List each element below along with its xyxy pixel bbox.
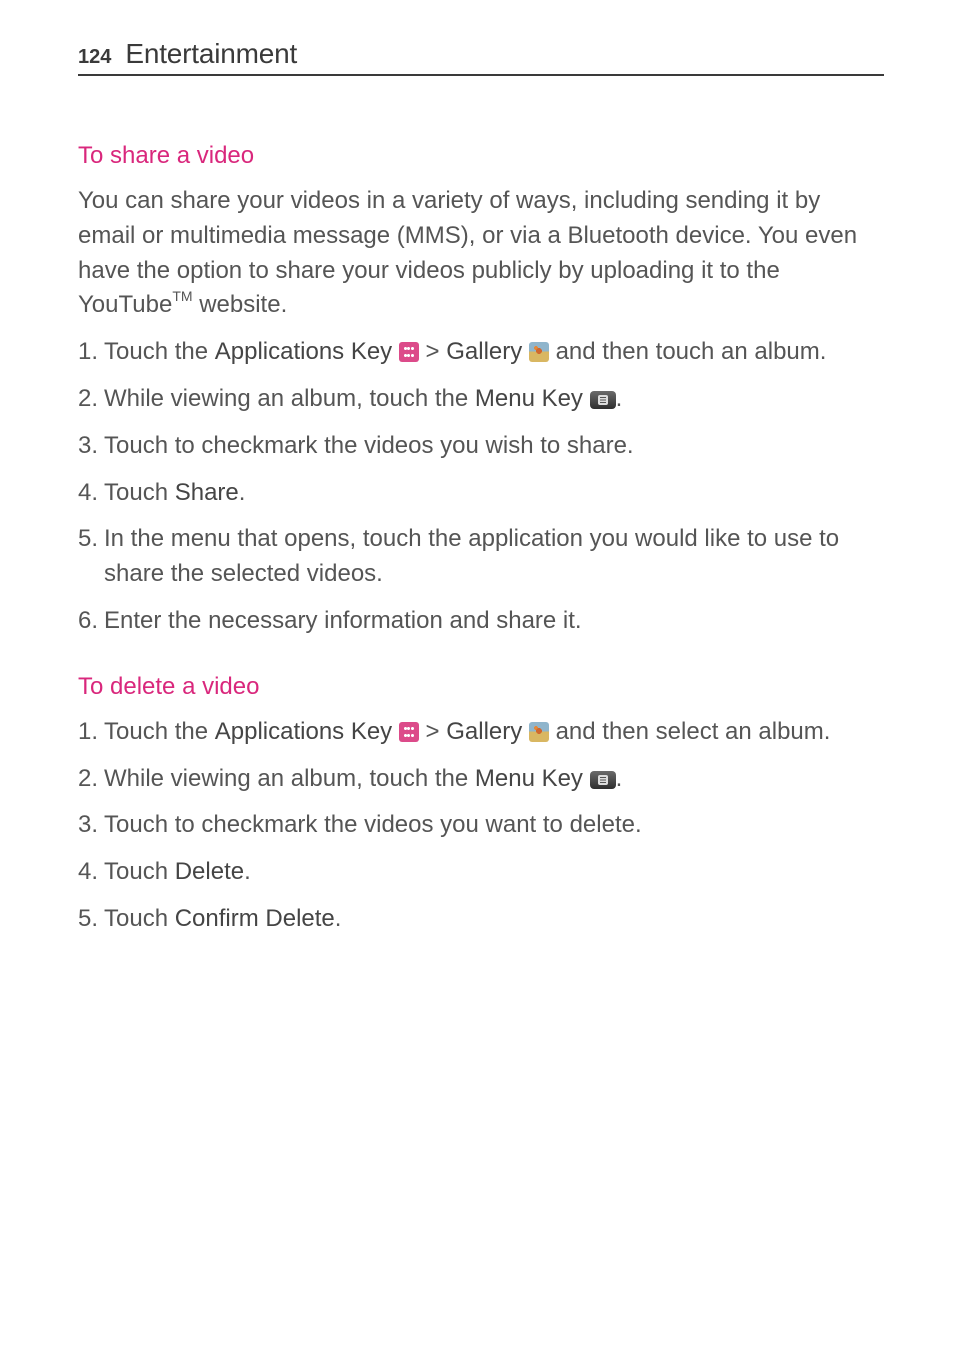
page: 124 Entertainment To share a video You c… bbox=[0, 0, 954, 1031]
page-title: Entertainment bbox=[125, 38, 297, 70]
delete-label: Delete bbox=[175, 858, 244, 885]
step-tail: and then select an album. bbox=[549, 718, 831, 745]
trademark-sup: TM bbox=[172, 288, 192, 304]
list-item: Touch Confirm Delete. bbox=[78, 902, 884, 937]
step-tail: . bbox=[239, 479, 246, 506]
applications-key-icon bbox=[399, 722, 419, 742]
page-number: 124 bbox=[78, 46, 111, 69]
list-item: Touch Delete. bbox=[78, 855, 884, 890]
list-item: While viewing an album, touch the Menu K… bbox=[78, 382, 884, 417]
menu-key-label: Menu Key bbox=[475, 765, 590, 792]
list-item: Touch the Applications Key > Gallery and… bbox=[78, 715, 884, 750]
menu-key-label: Menu Key bbox=[475, 385, 590, 412]
list-item: Touch the Applications Key > Gallery and… bbox=[78, 335, 884, 370]
step-tail: and then touch an album. bbox=[549, 338, 827, 365]
gallery-icon bbox=[529, 342, 549, 362]
section-title-share: To share a video bbox=[78, 142, 884, 170]
step-text: While viewing an album, touch the bbox=[104, 765, 475, 792]
share-steps: Touch the Applications Key > Gallery and… bbox=[78, 335, 884, 639]
menu-key-icon bbox=[590, 771, 616, 789]
step-tail: . bbox=[244, 858, 251, 885]
gallery-icon bbox=[529, 722, 549, 742]
share-intro-tail: website. bbox=[193, 291, 288, 318]
separator: > bbox=[419, 338, 446, 365]
list-item: While viewing an album, touch the Menu K… bbox=[78, 762, 884, 797]
delete-steps: Touch the Applications Key > Gallery and… bbox=[78, 715, 884, 937]
list-item: Touch Share. bbox=[78, 476, 884, 511]
step-text: While viewing an album, touch the bbox=[104, 385, 475, 412]
step-text: Touch bbox=[104, 858, 175, 885]
step-tail: . bbox=[335, 905, 342, 932]
list-item: Touch to checkmark the videos you want t… bbox=[78, 808, 884, 843]
list-item: Enter the necessary information and shar… bbox=[78, 604, 884, 639]
step-text: In the menu that opens, touch the applic… bbox=[104, 525, 839, 587]
step-tail: . bbox=[616, 385, 623, 412]
step-text: Touch to checkmark the videos you want t… bbox=[104, 811, 642, 838]
step-text: Touch the bbox=[104, 718, 215, 745]
step-tail: . bbox=[616, 765, 623, 792]
step-text: Touch to checkmark the videos you wish t… bbox=[104, 432, 634, 459]
applications-key-icon bbox=[399, 342, 419, 362]
share-intro: You can share your videos in a variety o… bbox=[78, 184, 884, 323]
confirm-delete-label: Confirm Delete bbox=[175, 905, 335, 932]
list-item: In the menu that opens, touch the applic… bbox=[78, 522, 884, 592]
gallery-label: Gallery bbox=[446, 718, 529, 745]
section-title-delete: To delete a video bbox=[78, 673, 884, 701]
separator: > bbox=[419, 718, 446, 745]
page-header: 124 Entertainment bbox=[78, 38, 884, 76]
step-text: Enter the necessary information and shar… bbox=[104, 607, 582, 634]
applications-key-label: Applications Key bbox=[215, 718, 399, 745]
gallery-label: Gallery bbox=[446, 338, 529, 365]
step-text: Touch bbox=[104, 905, 175, 932]
menu-key-icon bbox=[590, 391, 616, 409]
step-text: Touch bbox=[104, 479, 175, 506]
list-item: Touch to checkmark the videos you wish t… bbox=[78, 429, 884, 464]
step-text: Touch the bbox=[104, 338, 215, 365]
share-label: Share bbox=[175, 479, 239, 506]
applications-key-label: Applications Key bbox=[215, 338, 399, 365]
